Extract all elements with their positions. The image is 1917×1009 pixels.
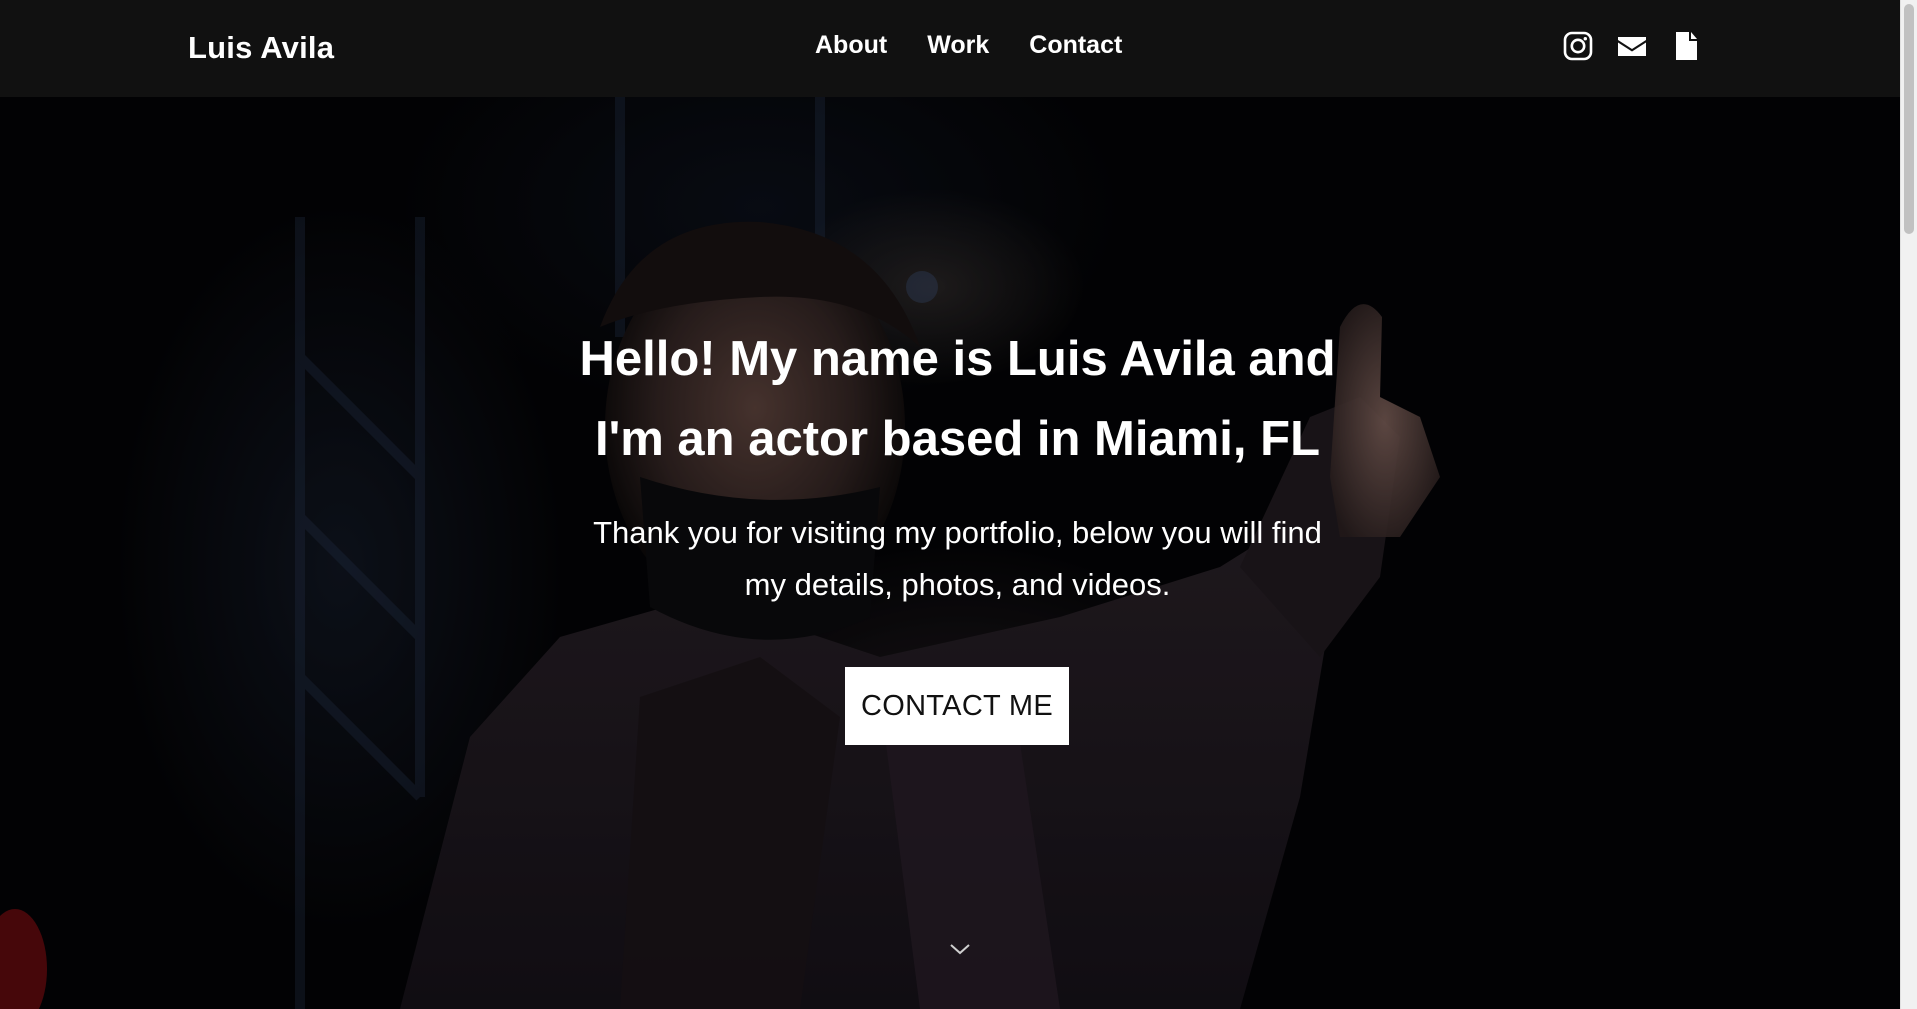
envelope-icon xyxy=(1618,37,1646,56)
instagram-link[interactable] xyxy=(1562,30,1594,62)
brand-link[interactable]: Luis Avila xyxy=(188,30,334,66)
hero-subtitle-line-1: Thank you for visiting my portfolio, bel… xyxy=(593,515,1322,550)
resume-link[interactable] xyxy=(1670,30,1702,62)
social-icons xyxy=(1562,30,1702,62)
nav-link-work[interactable]: Work xyxy=(927,31,989,60)
email-link[interactable] xyxy=(1616,30,1648,62)
chevron-down-icon xyxy=(950,944,970,955)
hero-title: Hello! My name is Luis Avila and I'm an … xyxy=(480,319,1435,479)
hero-title-line-1: Hello! My name is Luis Avila and xyxy=(579,332,1336,386)
hero-section: Hello! My name is Luis Avila and I'm an … xyxy=(0,97,1900,1009)
page: Luis Avila About Work Contact Hello! My … xyxy=(0,0,1917,1009)
contact-me-button[interactable]: CONTACT ME xyxy=(845,667,1069,745)
instagram-icon xyxy=(1563,31,1593,61)
navbar: Luis Avila About Work Contact xyxy=(0,0,1900,97)
scroll-down-link[interactable] xyxy=(948,941,972,957)
nav-link-about[interactable]: About xyxy=(815,31,887,60)
hero-subtitle-line-2: my details, photos, and videos. xyxy=(744,567,1171,602)
hero-subtitle: Thank you for visiting my portfolio, bel… xyxy=(560,507,1355,611)
nav-link-contact[interactable]: Contact xyxy=(1029,31,1122,60)
nav-links: About Work Contact xyxy=(815,31,1122,60)
page-scrollbar[interactable] xyxy=(1900,0,1917,1009)
document-icon xyxy=(1676,32,1697,60)
scrollbar-thumb[interactable] xyxy=(1904,4,1914,234)
hero-title-line-2: I'm an actor based in Miami, FL xyxy=(594,412,1321,466)
